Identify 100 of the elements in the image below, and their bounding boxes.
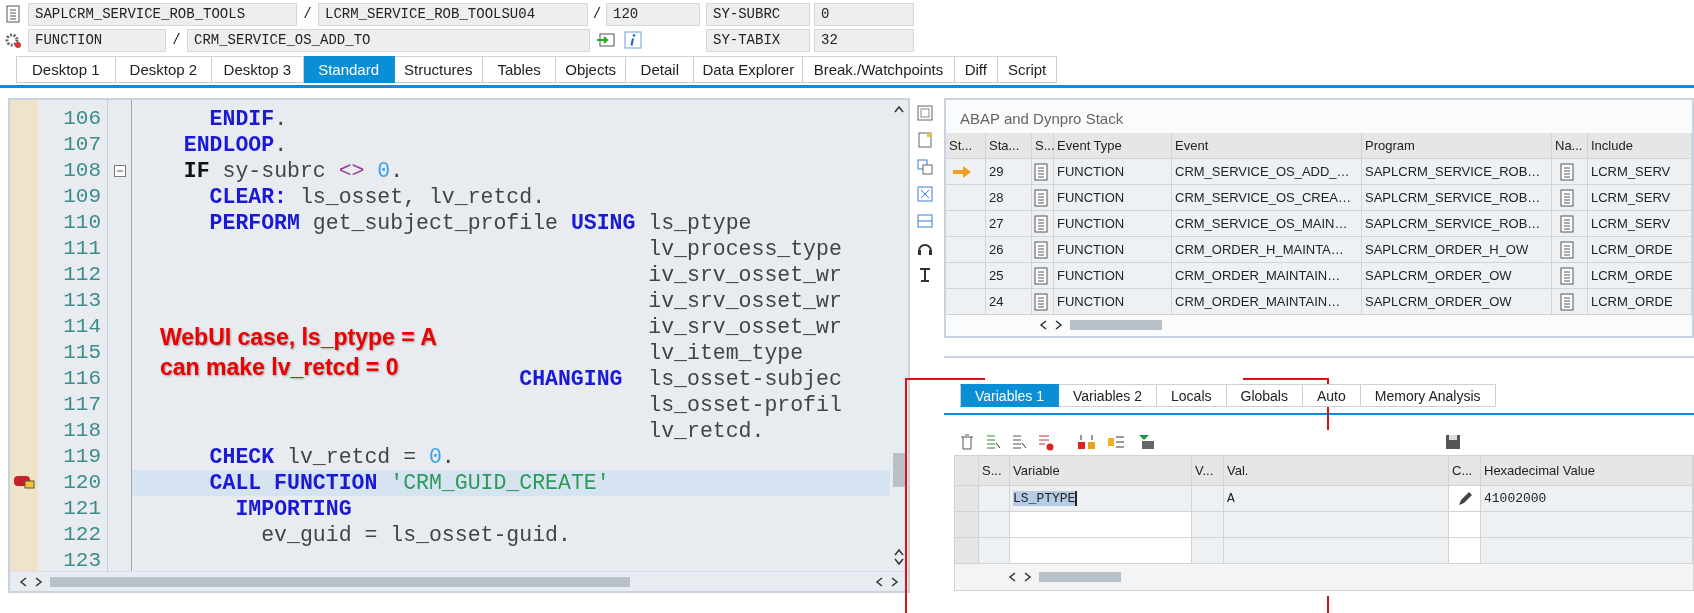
document-icon[interactable]: [1032, 214, 1050, 233]
column-header[interactable]: Hexadecimal Value: [1481, 456, 1693, 486]
document-icon[interactable]: [1558, 292, 1576, 311]
header-field[interactable]: FUNCTION: [28, 28, 166, 52]
document-icon[interactable]: [1032, 292, 1050, 311]
scroll-left-icon[interactable]: [1007, 571, 1017, 583]
column-header[interactable]: Na...: [1552, 133, 1588, 159]
document-icon[interactable]: [1032, 188, 1050, 207]
document-icon[interactable]: [1558, 266, 1576, 285]
scroll-right-icon[interactable]: [34, 575, 44, 588]
header-field[interactable]: 120: [606, 2, 700, 26]
column-header[interactable]: Event Type: [1054, 133, 1172, 159]
collapse-icon[interactable]: [113, 164, 126, 177]
document-icon[interactable]: [1032, 162, 1050, 181]
window-icon[interactable]: [916, 104, 934, 122]
tab[interactable]: Data Explorer: [694, 56, 804, 83]
scroll-left-icon[interactable]: [1038, 319, 1048, 331]
tab[interactable]: Detail: [626, 56, 695, 83]
close-box-icon[interactable]: [916, 185, 934, 203]
header-field[interactable]: SAPLCRM_SERVICE_ROB_TOOLS: [28, 2, 297, 26]
table-cell[interactable]: A: [1224, 486, 1449, 512]
tab[interactable]: Memory Analysis: [1360, 384, 1496, 407]
list-icon[interactable]: [984, 433, 1002, 451]
scroll-down-icon[interactable]: [893, 557, 905, 567]
table-cell: LCRM_ORDE: [1588, 263, 1692, 289]
scrollbar-thumb[interactable]: [50, 576, 630, 587]
table-cell[interactable]: [1010, 538, 1192, 564]
code-line: lv_process_type: [648, 237, 842, 261]
document-icon[interactable]: [1032, 240, 1050, 259]
tab[interactable]: Variables 1: [960, 384, 1059, 407]
scrollbar-thumb[interactable]: [1070, 320, 1162, 330]
list-icon[interactable]: [1010, 433, 1028, 451]
document-icon[interactable]: [1032, 266, 1050, 285]
tab[interactable]: Diff: [954, 56, 998, 83]
document-icon[interactable]: [4, 5, 22, 23]
document-icon[interactable]: [1558, 240, 1576, 259]
column-header[interactable]: S...: [979, 456, 1010, 486]
stack-row[interactable]: 26 FUNCTION CRM_ORDER_H_MAINTA… SAPLCRM_ORDER_H_OW LCRM_ORDE: [946, 237, 1692, 263]
expand-icon[interactable]: [916, 212, 934, 230]
column-header[interactable]: Event: [1172, 133, 1362, 159]
scroll-right-icon[interactable]: [1023, 571, 1033, 583]
scrollbar-thumb[interactable]: [1039, 572, 1121, 582]
system-field-value[interactable]: 0: [814, 2, 914, 26]
tab[interactable]: Globals: [1226, 384, 1303, 407]
remove-row-icon[interactable]: [1036, 433, 1054, 451]
tab[interactable]: Desktop 1: [16, 56, 116, 83]
tab[interactable]: Break./Watchpoints: [803, 56, 955, 83]
system-field-value[interactable]: 32: [814, 28, 914, 52]
gear-icon[interactable]: [4, 31, 22, 49]
stack-row[interactable]: 28 FUNCTION CRM_SERVICE_OS_CREA… SAPLCRM_SERVICE_ROB… LCRM_SERV: [946, 185, 1692, 211]
arrow-icon[interactable]: [952, 164, 972, 179]
tab[interactable]: Tables: [482, 56, 557, 83]
tab[interactable]: Desktop 3: [212, 56, 304, 83]
swap-icon[interactable]: [916, 158, 934, 176]
document-icon[interactable]: [1558, 188, 1576, 207]
tab[interactable]: Desktop 2: [115, 56, 213, 83]
column-header[interactable]: C...: [1449, 456, 1481, 486]
code-line: CALL FUNCTION 'CRM_GUID_CREATE': [209, 471, 610, 495]
stack-row[interactable]: 27 FUNCTION CRM_SERVICE_OS_MAIN… SAPLCRM_SERVICE_ROB… LCRM_SERV: [946, 211, 1692, 237]
document-icon[interactable]: [1558, 214, 1576, 233]
stack-row[interactable]: 25 FUNCTION CRM_ORDER_MAINTAIN… SAPLCRM_ORDER_OW LCRM_ORDE: [946, 263, 1692, 289]
scroll-right-icon[interactable]: [890, 575, 900, 588]
table-cell[interactable]: [1010, 512, 1192, 538]
trash-icon[interactable]: [958, 433, 976, 451]
column-header[interactable]: Variable: [1010, 456, 1192, 486]
tab[interactable]: Script: [997, 56, 1058, 83]
grid-icon[interactable]: [1076, 433, 1098, 451]
table-cell: 41002000: [1481, 486, 1693, 512]
column-header[interactable]: St...: [946, 133, 986, 159]
save-icon[interactable]: [1444, 433, 1462, 451]
scroll-right-icon[interactable]: [1054, 319, 1064, 331]
column-header[interactable]: Program: [1362, 133, 1552, 159]
stack-row[interactable]: 24 FUNCTION CRM_ORDER_MAINTAIN… SAPLCRM_ORDER_OW LCRM_ORDE: [946, 289, 1692, 315]
column-header[interactable]: Include: [1588, 133, 1692, 159]
tab[interactable]: Locals: [1157, 384, 1227, 407]
tab[interactable]: Auto: [1302, 384, 1361, 407]
info-icon[interactable]: [624, 31, 642, 49]
scroll-left-icon[interactable]: [18, 575, 28, 588]
column-header[interactable]: Val.: [1224, 456, 1449, 486]
document-icon[interactable]: [1558, 162, 1576, 181]
header-field[interactable]: CRM_SERVICE_OS_ADD_TO: [187, 28, 590, 52]
scrollbar-thumb[interactable]: [893, 453, 905, 487]
stack-row[interactable]: 29 FUNCTION CRM_SERVICE_OS_ADD_… SAPLCRM_SERVICE_ROB… LCRM_SERV: [946, 159, 1692, 185]
tab[interactable]: Structures: [394, 56, 483, 83]
tab[interactable]: Standard: [303, 56, 395, 83]
scroll-left-icon[interactable]: [874, 575, 884, 588]
line-number: 107: [62, 132, 102, 158]
header-field[interactable]: LCRM_SERVICE_ROB_TOOLSU04: [318, 2, 588, 26]
document-icon[interactable]: [916, 131, 934, 149]
scroll-up-icon[interactable]: [893, 547, 905, 557]
enter-icon[interactable]: [596, 31, 616, 49]
scroll-up-icon[interactable]: [893, 104, 905, 114]
code-line: IF sy-subrc <> 0.: [183, 159, 404, 183]
code-line: PERFORM get_subject_profile USING ls_ptype: [209, 211, 752, 235]
table-cell[interactable]: LS_PTYPE: [1010, 486, 1192, 512]
tab[interactable]: Variables 2: [1059, 384, 1158, 407]
tab[interactable]: Objects: [556, 56, 627, 83]
column-header[interactable]: Sta...: [986, 133, 1032, 159]
column-header[interactable]: S...: [1032, 133, 1054, 159]
column-header[interactable]: V...: [1192, 456, 1224, 486]
